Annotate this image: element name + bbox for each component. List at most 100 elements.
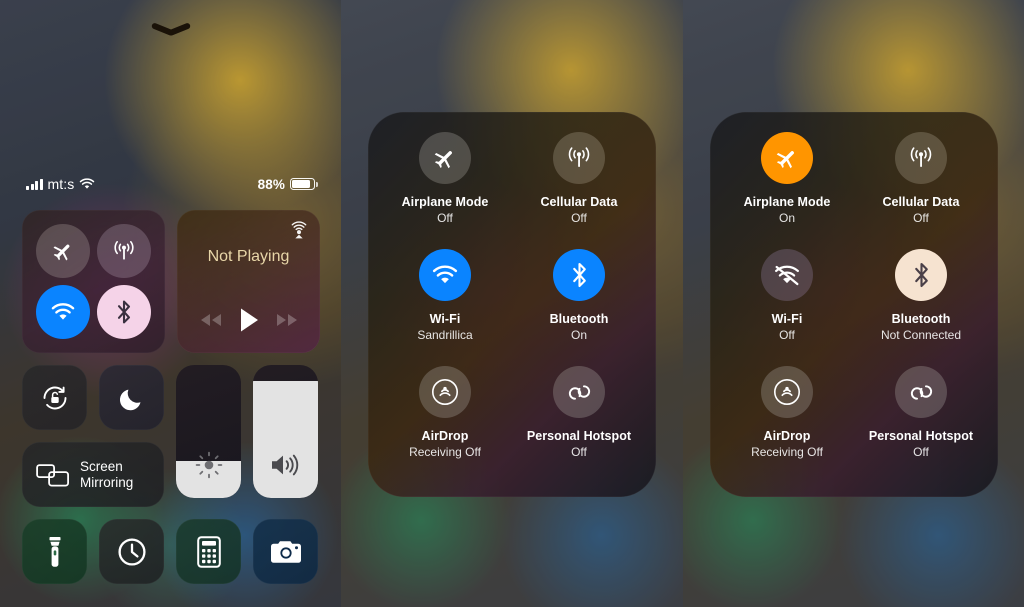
expanded-toggle-state: Off	[779, 328, 795, 342]
expanded-toggle-name: Cellular Data	[540, 195, 618, 209]
expanded-toggle-state: Off	[437, 211, 453, 225]
expanded-toggle-personal-hotspot[interactable]: Personal Hotspot Off	[854, 366, 988, 483]
cellular-antenna-icon	[114, 240, 134, 260]
expanded-connectivity-card: Airplane Mode Off Cellular Data Off Wi-F…	[368, 112, 656, 497]
expanded-toggle-state: Receiving Off	[751, 445, 823, 459]
airplay-audio-icon[interactable]	[289, 220, 309, 240]
bluetooth-icon-wrapper[interactable]	[553, 249, 605, 301]
expanded-toggle-name: Airplane Mode	[743, 195, 831, 209]
panel-connectivity-expanded-airplane-on: Airplane Mode On Cellular Data Off Wi-Fi…	[683, 0, 1024, 607]
cellular-antenna-icon-wrapper[interactable]	[895, 132, 947, 184]
airplane-icon-wrapper[interactable]	[419, 132, 471, 184]
screen-mirroring-label-line2: Mirroring	[80, 474, 134, 490]
expanded-toggle-name: Airplane Mode	[401, 195, 489, 209]
expanded-toggle-airdrop[interactable]: AirDrop Receiving Off	[378, 366, 512, 483]
bluetooth-icon-wrapper[interactable]	[895, 249, 947, 301]
fast-forward-icon[interactable]	[275, 312, 299, 328]
expanded-toggle-bluetooth[interactable]: Bluetooth On	[512, 249, 646, 366]
expanded-toggle-name: AirDrop	[421, 429, 469, 443]
toggle-airplane-mode[interactable]	[35, 223, 90, 278]
personal-hotspot-icon-wrapper[interactable]	[553, 366, 605, 418]
expanded-toggle-name: Wi-Fi	[771, 312, 803, 326]
now-playing-card[interactable]: Not Playing	[177, 210, 320, 353]
expanded-toggle-state: Sandrillica	[417, 328, 473, 342]
airplane-icon-wrapper[interactable]	[761, 132, 813, 184]
rewind-icon[interactable]	[199, 312, 223, 328]
shortcut-calculator[interactable]	[176, 519, 241, 584]
expanded-toggle-state: On	[778, 211, 795, 225]
expanded-connectivity-card: Airplane Mode On Cellular Data Off Wi-Fi…	[710, 112, 998, 497]
expanded-toggle-state: Off	[571, 445, 587, 459]
bluetooth-icon	[914, 262, 928, 288]
battery-icon	[290, 178, 318, 190]
personal-hotspot-icon	[568, 384, 590, 400]
wifi-icon	[432, 265, 458, 284]
expanded-toggle-wi-fi[interactable]: Wi-Fi Sandrillica	[378, 249, 512, 366]
cellular-signal-icon	[26, 178, 43, 190]
panel-connectivity-expanded-default: Airplane Mode Off Cellular Data Off Wi-F…	[341, 0, 683, 607]
cellular-antenna-icon	[568, 147, 590, 168]
toggle-bluetooth[interactable]	[97, 285, 152, 340]
airdrop-icon-wrapper[interactable]	[419, 366, 471, 418]
now-playing-title: Not Playing	[207, 248, 290, 265]
personal-hotspot-icon	[910, 384, 932, 400]
expanded-toggle-name: AirDrop	[763, 429, 811, 443]
tile-do-not-disturb[interactable]	[99, 365, 164, 430]
moon-icon	[119, 389, 140, 410]
wifi-icon-wrapper[interactable]	[419, 249, 471, 301]
expanded-toggle-cellular-data[interactable]: Cellular Data Off	[512, 132, 646, 249]
toggle-cellular-data[interactable]	[97, 223, 152, 278]
wifi-icon	[80, 178, 95, 189]
expanded-toggle-personal-hotspot[interactable]: Personal Hotspot Off	[512, 366, 646, 483]
personal-hotspot-icon-wrapper[interactable]	[895, 366, 947, 418]
flashlight-icon	[49, 536, 60, 567]
carrier-label: mt:s	[47, 176, 75, 192]
expanded-toggle-name: Personal Hotspot	[526, 429, 632, 443]
chevron-down-icon[interactable]	[150, 20, 192, 37]
expanded-toggle-wi-fi[interactable]: Wi-Fi Off	[720, 249, 854, 366]
expanded-toggle-state: Off	[913, 445, 929, 459]
expanded-toggle-state: Off	[571, 211, 587, 225]
shortcut-row	[22, 519, 320, 584]
cellular-antenna-icon-wrapper[interactable]	[553, 132, 605, 184]
expanded-toggle-state: Receiving Off	[409, 445, 481, 459]
toggle-wifi[interactable]	[35, 285, 90, 340]
expanded-toggle-state: On	[570, 328, 587, 342]
expanded-toggle-name: Bluetooth	[891, 312, 951, 326]
expanded-toggle-name: Wi-Fi	[429, 312, 461, 326]
airplane-icon	[53, 244, 70, 261]
screen-mirroring-label: Screen Mirroring	[80, 459, 133, 491]
cellular-antenna-icon	[910, 147, 932, 168]
tile-rotation-lock[interactable]	[22, 365, 87, 430]
brightness-slider[interactable]	[176, 365, 241, 498]
expanded-toggle-name: Personal Hotspot	[868, 429, 974, 443]
screen-mirroring-icon	[36, 463, 70, 487]
tile-screen-mirroring[interactable]: Screen Mirroring	[22, 442, 164, 507]
connectivity-card[interactable]	[22, 210, 165, 353]
wifi-slash-icon	[774, 265, 800, 286]
volume-slider[interactable]	[253, 365, 318, 498]
wifi-slash-icon-wrapper[interactable]	[761, 249, 813, 301]
screen-mirroring-label-line1: Screen	[80, 458, 123, 474]
expanded-toggle-cellular-data[interactable]: Cellular Data Off	[854, 132, 988, 249]
airplane-icon	[434, 151, 452, 169]
expanded-toggle-state: Not Connected	[880, 328, 962, 342]
expanded-toggle-airplane-mode[interactable]: Airplane Mode Off	[378, 132, 512, 249]
airplane-icon	[776, 151, 794, 169]
expanded-toggle-airplane-mode[interactable]: Airplane Mode On	[720, 132, 854, 249]
rotation-lock-icon	[43, 386, 66, 409]
wifi-icon	[51, 303, 75, 320]
shortcut-timer[interactable]	[99, 519, 164, 584]
control-center-screenshot: mt:s 88% Not Playing Screen Mirroring Ai…	[0, 0, 1024, 607]
expanded-toggle-bluetooth[interactable]: Bluetooth Not Connected	[854, 249, 988, 366]
expanded-toggle-name: Cellular Data	[882, 195, 960, 209]
camera-icon	[270, 540, 301, 563]
airdrop-icon	[432, 379, 458, 405]
play-icon[interactable]	[238, 307, 260, 333]
expanded-toggle-airdrop[interactable]: AirDrop Receiving Off	[720, 366, 854, 483]
expanded-toggle-state: Off	[913, 211, 929, 225]
airdrop-icon-wrapper[interactable]	[761, 366, 813, 418]
shortcut-camera[interactable]	[253, 519, 318, 584]
shortcut-flashlight[interactable]	[22, 519, 87, 584]
calculator-icon	[196, 535, 221, 568]
